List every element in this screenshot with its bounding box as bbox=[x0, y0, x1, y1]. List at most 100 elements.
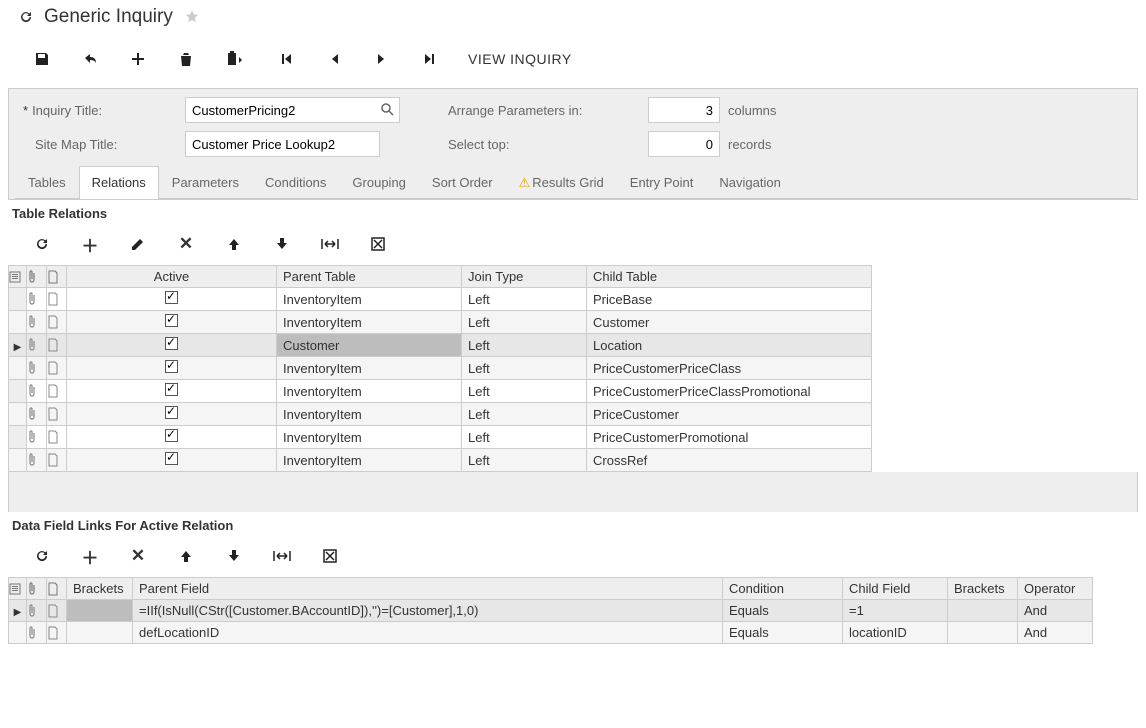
cell-child-table[interactable]: PriceCustomerPriceClassPromotional bbox=[587, 380, 872, 403]
grid-fit-button[interactable] bbox=[306, 229, 354, 259]
cell-join-type[interactable]: Left bbox=[462, 288, 587, 311]
links-grid[interactable]: Brackets Parent Field Condition Child Fi… bbox=[8, 577, 1093, 644]
cell-active[interactable] bbox=[67, 357, 277, 380]
cell-active[interactable] bbox=[67, 288, 277, 311]
cell-active[interactable] bbox=[67, 380, 277, 403]
cell-active[interactable] bbox=[67, 426, 277, 449]
table-row[interactable]: ▶=IIf(IsNull(CStr([Customer.BAccountID])… bbox=[9, 600, 1093, 622]
cell-child-table[interactable]: PriceBase bbox=[587, 288, 872, 311]
cell-brackets-open[interactable] bbox=[67, 600, 133, 622]
table-row[interactable]: InventoryItemLeftPriceCustomerPromotiona… bbox=[9, 426, 872, 449]
col-join-type[interactable]: Join Type bbox=[462, 266, 587, 288]
last-button[interactable] bbox=[406, 44, 454, 74]
links-movedown-button[interactable] bbox=[210, 541, 258, 571]
prev-button[interactable] bbox=[310, 44, 358, 74]
add-button[interactable] bbox=[114, 44, 162, 74]
attach-icon[interactable] bbox=[27, 622, 47, 644]
col-parent-table[interactable]: Parent Table bbox=[277, 266, 462, 288]
note-icon[interactable] bbox=[47, 600, 67, 622]
tab-navigation[interactable]: Navigation bbox=[706, 166, 793, 199]
links-refresh-button[interactable] bbox=[18, 541, 66, 571]
cell-child-table[interactable]: PriceCustomerPriceClass bbox=[587, 357, 872, 380]
cell-parent-table[interactable]: InventoryItem bbox=[277, 357, 462, 380]
cell-child-table[interactable]: PriceCustomerPromotional bbox=[587, 426, 872, 449]
cell-operator[interactable]: And bbox=[1018, 622, 1093, 644]
arrange-columns-input[interactable] bbox=[648, 97, 720, 123]
attach-icon[interactable] bbox=[27, 334, 47, 357]
delete-button[interactable] bbox=[162, 44, 210, 74]
col-child-field[interactable]: Child Field bbox=[843, 578, 948, 600]
view-inquiry-button[interactable]: VIEW INQUIRY bbox=[460, 47, 580, 71]
col-child-table[interactable]: Child Table bbox=[587, 266, 872, 288]
links-moveup-button[interactable] bbox=[162, 541, 210, 571]
note-icon[interactable] bbox=[47, 311, 67, 334]
attach-icon[interactable] bbox=[27, 449, 47, 472]
note-icon[interactable] bbox=[47, 426, 67, 449]
links-delete-button[interactable]: ✕ bbox=[114, 541, 162, 571]
table-row[interactable]: ▶CustomerLeftLocation bbox=[9, 334, 872, 357]
attach-icon[interactable] bbox=[27, 403, 47, 426]
cell-parent-table[interactable]: InventoryItem bbox=[277, 380, 462, 403]
table-row[interactable]: InventoryItemLeftPriceCustomerPriceClass… bbox=[9, 380, 872, 403]
tab-parameters[interactable]: Parameters bbox=[159, 166, 252, 199]
cell-child-table[interactable]: Location bbox=[587, 334, 872, 357]
grid-add-button[interactable]: ＋ bbox=[66, 229, 114, 259]
save-button[interactable] bbox=[18, 44, 66, 74]
cell-join-type[interactable]: Left bbox=[462, 380, 587, 403]
cell-join-type[interactable]: Left bbox=[462, 334, 587, 357]
col-parent-field[interactable]: Parent Field bbox=[133, 578, 723, 600]
cell-join-type[interactable]: Left bbox=[462, 311, 587, 334]
col-operator[interactable]: Operator bbox=[1018, 578, 1093, 600]
col-condition[interactable]: Condition bbox=[723, 578, 843, 600]
attach-icon[interactable] bbox=[27, 426, 47, 449]
next-button[interactable] bbox=[358, 44, 406, 74]
grid-corner-icon[interactable] bbox=[9, 266, 27, 288]
star-icon[interactable] bbox=[183, 8, 201, 26]
col-active[interactable]: Active bbox=[67, 266, 277, 288]
grid-export-button[interactable] bbox=[354, 229, 402, 259]
attach-icon[interactable] bbox=[27, 600, 47, 622]
cell-active[interactable] bbox=[67, 311, 277, 334]
cell-condition[interactable]: Equals bbox=[723, 600, 843, 622]
cell-brackets-close[interactable] bbox=[948, 622, 1018, 644]
relations-grid[interactable]: Active Parent Table Join Type Child Tabl… bbox=[8, 265, 872, 472]
tab-results-grid[interactable]: ⚠Results Grid bbox=[506, 166, 617, 199]
cell-parent-table[interactable]: InventoryItem bbox=[277, 311, 462, 334]
cell-brackets-close[interactable] bbox=[948, 600, 1018, 622]
clipboard-menu-button[interactable] bbox=[210, 44, 262, 74]
tab-relations[interactable]: Relations bbox=[79, 166, 159, 199]
col-brackets-open[interactable]: Brackets bbox=[67, 578, 133, 600]
select-top-input[interactable] bbox=[648, 131, 720, 157]
cell-parent-table[interactable]: Customer bbox=[277, 334, 462, 357]
grid-movedown-button[interactable] bbox=[258, 229, 306, 259]
cell-brackets-open[interactable] bbox=[67, 622, 133, 644]
cell-join-type[interactable]: Left bbox=[462, 357, 587, 380]
cell-active[interactable] bbox=[67, 449, 277, 472]
tab-conditions[interactable]: Conditions bbox=[252, 166, 339, 199]
cell-parent-field[interactable]: defLocationID bbox=[133, 622, 723, 644]
note-icon[interactable] bbox=[47, 622, 67, 644]
cell-join-type[interactable]: Left bbox=[462, 403, 587, 426]
links-export-button[interactable] bbox=[306, 541, 354, 571]
cell-child-field[interactable]: locationID bbox=[843, 622, 948, 644]
table-row[interactable]: InventoryItemLeftPriceCustomer bbox=[9, 403, 872, 426]
refresh-icon[interactable] bbox=[18, 9, 34, 25]
inquiry-title-input[interactable] bbox=[185, 97, 400, 123]
links-fit-button[interactable] bbox=[258, 541, 306, 571]
note-icon[interactable] bbox=[47, 357, 67, 380]
cell-active[interactable] bbox=[67, 403, 277, 426]
links-corner-icon[interactable] bbox=[9, 578, 27, 600]
attach-icon[interactable] bbox=[27, 311, 47, 334]
cell-child-field[interactable]: =1 bbox=[843, 600, 948, 622]
attach-icon[interactable] bbox=[27, 357, 47, 380]
cell-child-table[interactable]: PriceCustomer bbox=[587, 403, 872, 426]
site-map-input[interactable] bbox=[185, 131, 380, 157]
attach-icon[interactable] bbox=[27, 380, 47, 403]
cell-parent-table[interactable]: InventoryItem bbox=[277, 403, 462, 426]
cell-active[interactable] bbox=[67, 334, 277, 357]
note-icon[interactable] bbox=[47, 380, 67, 403]
cell-operator[interactable]: And bbox=[1018, 600, 1093, 622]
cell-child-table[interactable]: CrossRef bbox=[587, 449, 872, 472]
undo-button[interactable] bbox=[66, 44, 114, 74]
tab-sort-order[interactable]: Sort Order bbox=[419, 166, 506, 199]
